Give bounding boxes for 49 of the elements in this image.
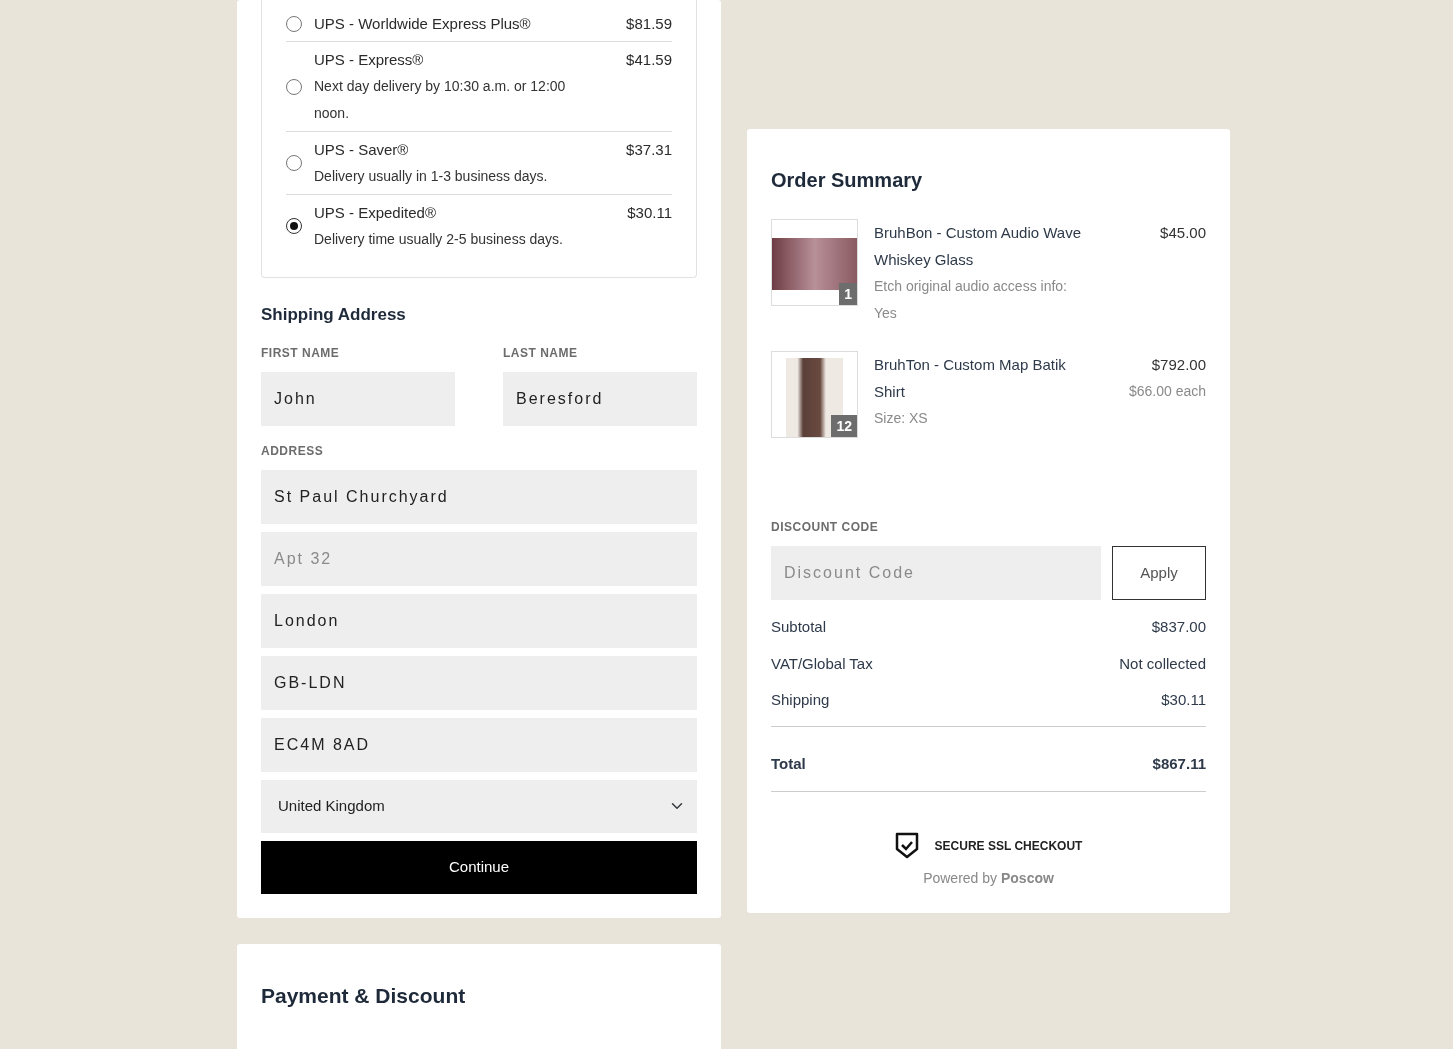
shipping-option-name: UPS - Worldwide Express Plus® <box>314 14 531 34</box>
unit-price: $66.00 each <box>1128 382 1206 401</box>
product-price: $45.00 <box>1160 223 1206 243</box>
summary-value: $30.11 <box>1161 690 1206 710</box>
shield-check-icon <box>894 832 919 860</box>
quantity-badge: 12 <box>831 415 857 437</box>
product-price: $792.00 <box>1150 355 1206 375</box>
product-option: Etch original audio access info: Yes <box>874 273 1089 327</box>
summary-value: Not collected <box>1119 653 1206 674</box>
address-field[interactable]: London <box>261 593 697 648</box>
address-field[interactable]: St Paul Churchyard <box>261 469 697 524</box>
product-name: BruhTon - Custom Map Batik Shirt <box>874 355 1067 402</box>
shipping-option-name: UPS - Express® <box>314 50 425 70</box>
summary-label: Shipping <box>771 690 830 710</box>
field-label: LAST NAME <box>503 344 579 362</box>
address-field[interactable]: GB-LDN <box>261 655 697 710</box>
quantity-badge: 1 <box>839 283 857 305</box>
product-name: BruhBon - Custom Audio Wave Whiskey Glass <box>874 223 1083 270</box>
shipping-price: $81.59 <box>626 14 672 34</box>
shipping-price: $41.59 <box>626 50 672 70</box>
text-field[interactable]: Beresford <box>503 371 697 426</box>
shipping-option-description: Next day delivery by 10:30 a.m. or 12:00 noon. <box>314 77 567 123</box>
summary-label: VAT/Global Tax <box>771 653 873 674</box>
apply-button[interactable]: Apply <box>1112 546 1206 600</box>
section-title: Payment & Discount <box>261 982 467 1009</box>
shipping-price: $30.11 <box>627 203 672 223</box>
section-title: Order Summary <box>771 168 924 193</box>
powered-by-text: Powered by Poscow <box>922 869 1055 888</box>
section-heading: Shipping Address <box>261 304 407 326</box>
country-select[interactable]: United Kingdom <box>261 779 697 833</box>
secure-checkout-text: SECURE SSL CHECKOUT <box>934 838 1083 855</box>
continue-button[interactable]: Continue <box>261 840 697 894</box>
summary-label: Subtotal <box>771 617 827 637</box>
address-field[interactable]: Apt 32 <box>261 531 697 586</box>
address-field[interactable]: EC4M 8AD <box>261 717 697 772</box>
field-label: ADDRESS <box>261 442 325 460</box>
summary-value: $837.00 <box>1151 617 1206 637</box>
shipping-option-name: UPS - Expedited® <box>314 203 437 223</box>
shipping-option-description: Delivery usually in 1-3 business days. <box>314 167 548 186</box>
summary-value: $867.11 <box>1152 753 1206 774</box>
discount-code-field[interactable]: Discount Code <box>771 546 1101 600</box>
text-field[interactable]: John <box>261 371 455 426</box>
shipping-option-description: Delivery time usually 2-5 business days. <box>314 230 563 249</box>
summary-label: Total <box>771 753 806 774</box>
field-label: FIRST NAME <box>261 344 341 362</box>
shipping-price: $37.31 <box>626 140 672 160</box>
field-label: DISCOUNT CODE <box>771 519 880 536</box>
product-option: Size: XS <box>874 405 1089 432</box>
shipping-option-name: UPS - Saver® <box>314 140 410 160</box>
